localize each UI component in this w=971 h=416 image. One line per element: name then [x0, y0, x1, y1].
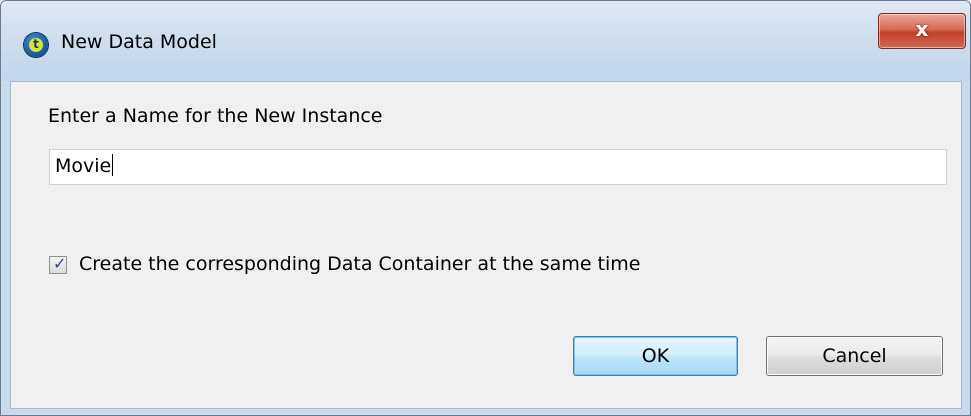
close-button[interactable]: x — [878, 13, 966, 49]
cancel-button[interactable]: Cancel — [766, 336, 943, 376]
instance-name-input[interactable]: Movie — [49, 149, 947, 185]
close-icon: x — [915, 17, 929, 41]
name-prompt-label: Enter a Name for the New Instance — [48, 105, 383, 127]
text-caret — [112, 154, 114, 176]
talend-logo-icon: t — [24, 33, 48, 57]
checkmark-icon: ✓ — [53, 254, 67, 273]
new-data-model-dialog: t New Data Model x Enter a Name for the … — [0, 0, 971, 416]
instance-name-value: Movie — [55, 155, 112, 177]
create-container-checkbox[interactable]: ✓ — [49, 254, 67, 274]
title-bar[interactable]: t New Data Model x — [1, 1, 970, 81]
ok-button[interactable]: OK — [573, 336, 738, 376]
dialog-title: New Data Model — [61, 31, 217, 53]
dialog-body: Enter a Name for the New Instance Movie … — [10, 81, 962, 409]
create-container-label[interactable]: Create the corresponding Data Container … — [79, 253, 640, 275]
